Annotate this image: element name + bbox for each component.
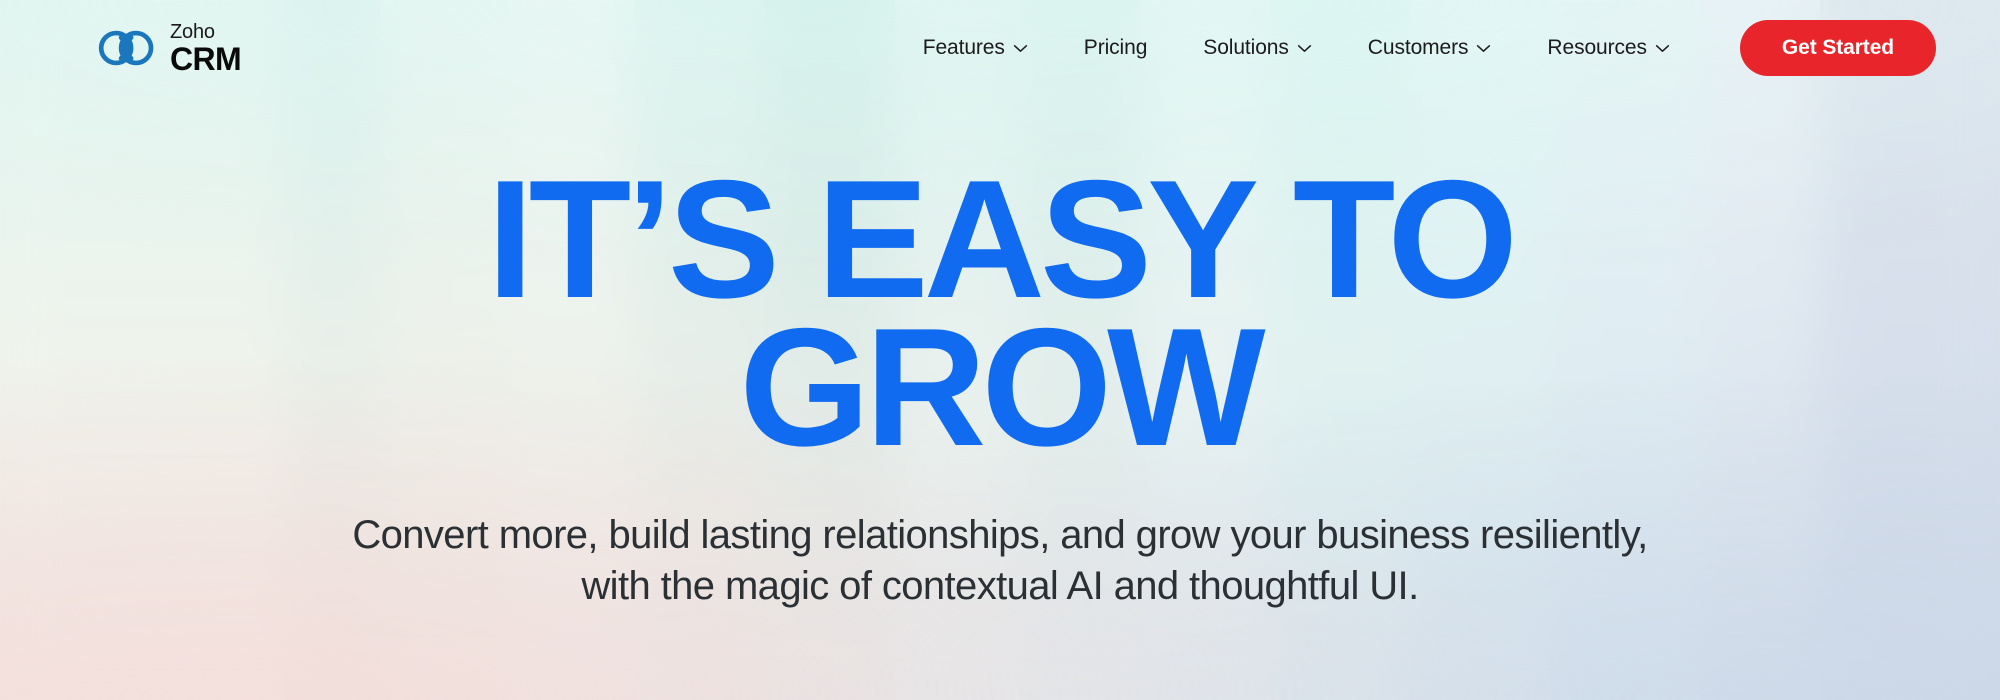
hero-content: IT’S EASY TO GROW Convert more, build la… (0, 96, 2000, 612)
nav-item-customers[interactable]: Customers (1340, 26, 1520, 70)
main-navigation: Features Pricing Solutions Customers Res… (895, 20, 1936, 76)
nav-item-resources[interactable]: Resources (1519, 26, 1697, 70)
nav-item-label: Customers (1367, 36, 1469, 59)
get-started-button[interactable]: Get Started (1739, 20, 1936, 76)
nav-item-solutions[interactable]: Solutions (1175, 26, 1340, 70)
brand-logo-link[interactable]: Zoho CRM (98, 20, 242, 77)
zoho-interlocking-loops-logo-icon (98, 30, 154, 66)
hero-headline: IT’S EASY TO GROW (486, 145, 1518, 481)
nav-item-label: Solutions (1203, 36, 1289, 59)
chevron-down-icon (1477, 44, 1491, 52)
nav-item-label: Features (922, 36, 1005, 59)
chevron-down-icon (1655, 44, 1670, 52)
nav-item-features[interactable]: Features (895, 26, 1056, 70)
brand-wordmark: Zoho CRM (170, 20, 242, 77)
nav-item-pricing[interactable]: Pricing (1056, 26, 1176, 70)
nav-item-label: Resources (1547, 36, 1647, 59)
nav-item-label: Pricing (1083, 36, 1148, 59)
chevron-down-icon (1013, 44, 1027, 52)
hero-section: Zoho CRM Features Pricing Solutions Cust… (0, 0, 2000, 700)
chevron-down-icon (1297, 44, 1311, 52)
brand-main-label: CRM (170, 40, 242, 77)
brand-sub-label: Zoho (170, 20, 215, 43)
site-header: Zoho CRM Features Pricing Solutions Cust… (0, 0, 2000, 96)
hero-subheadline: Convert more, build lasting relationship… (352, 512, 1648, 608)
